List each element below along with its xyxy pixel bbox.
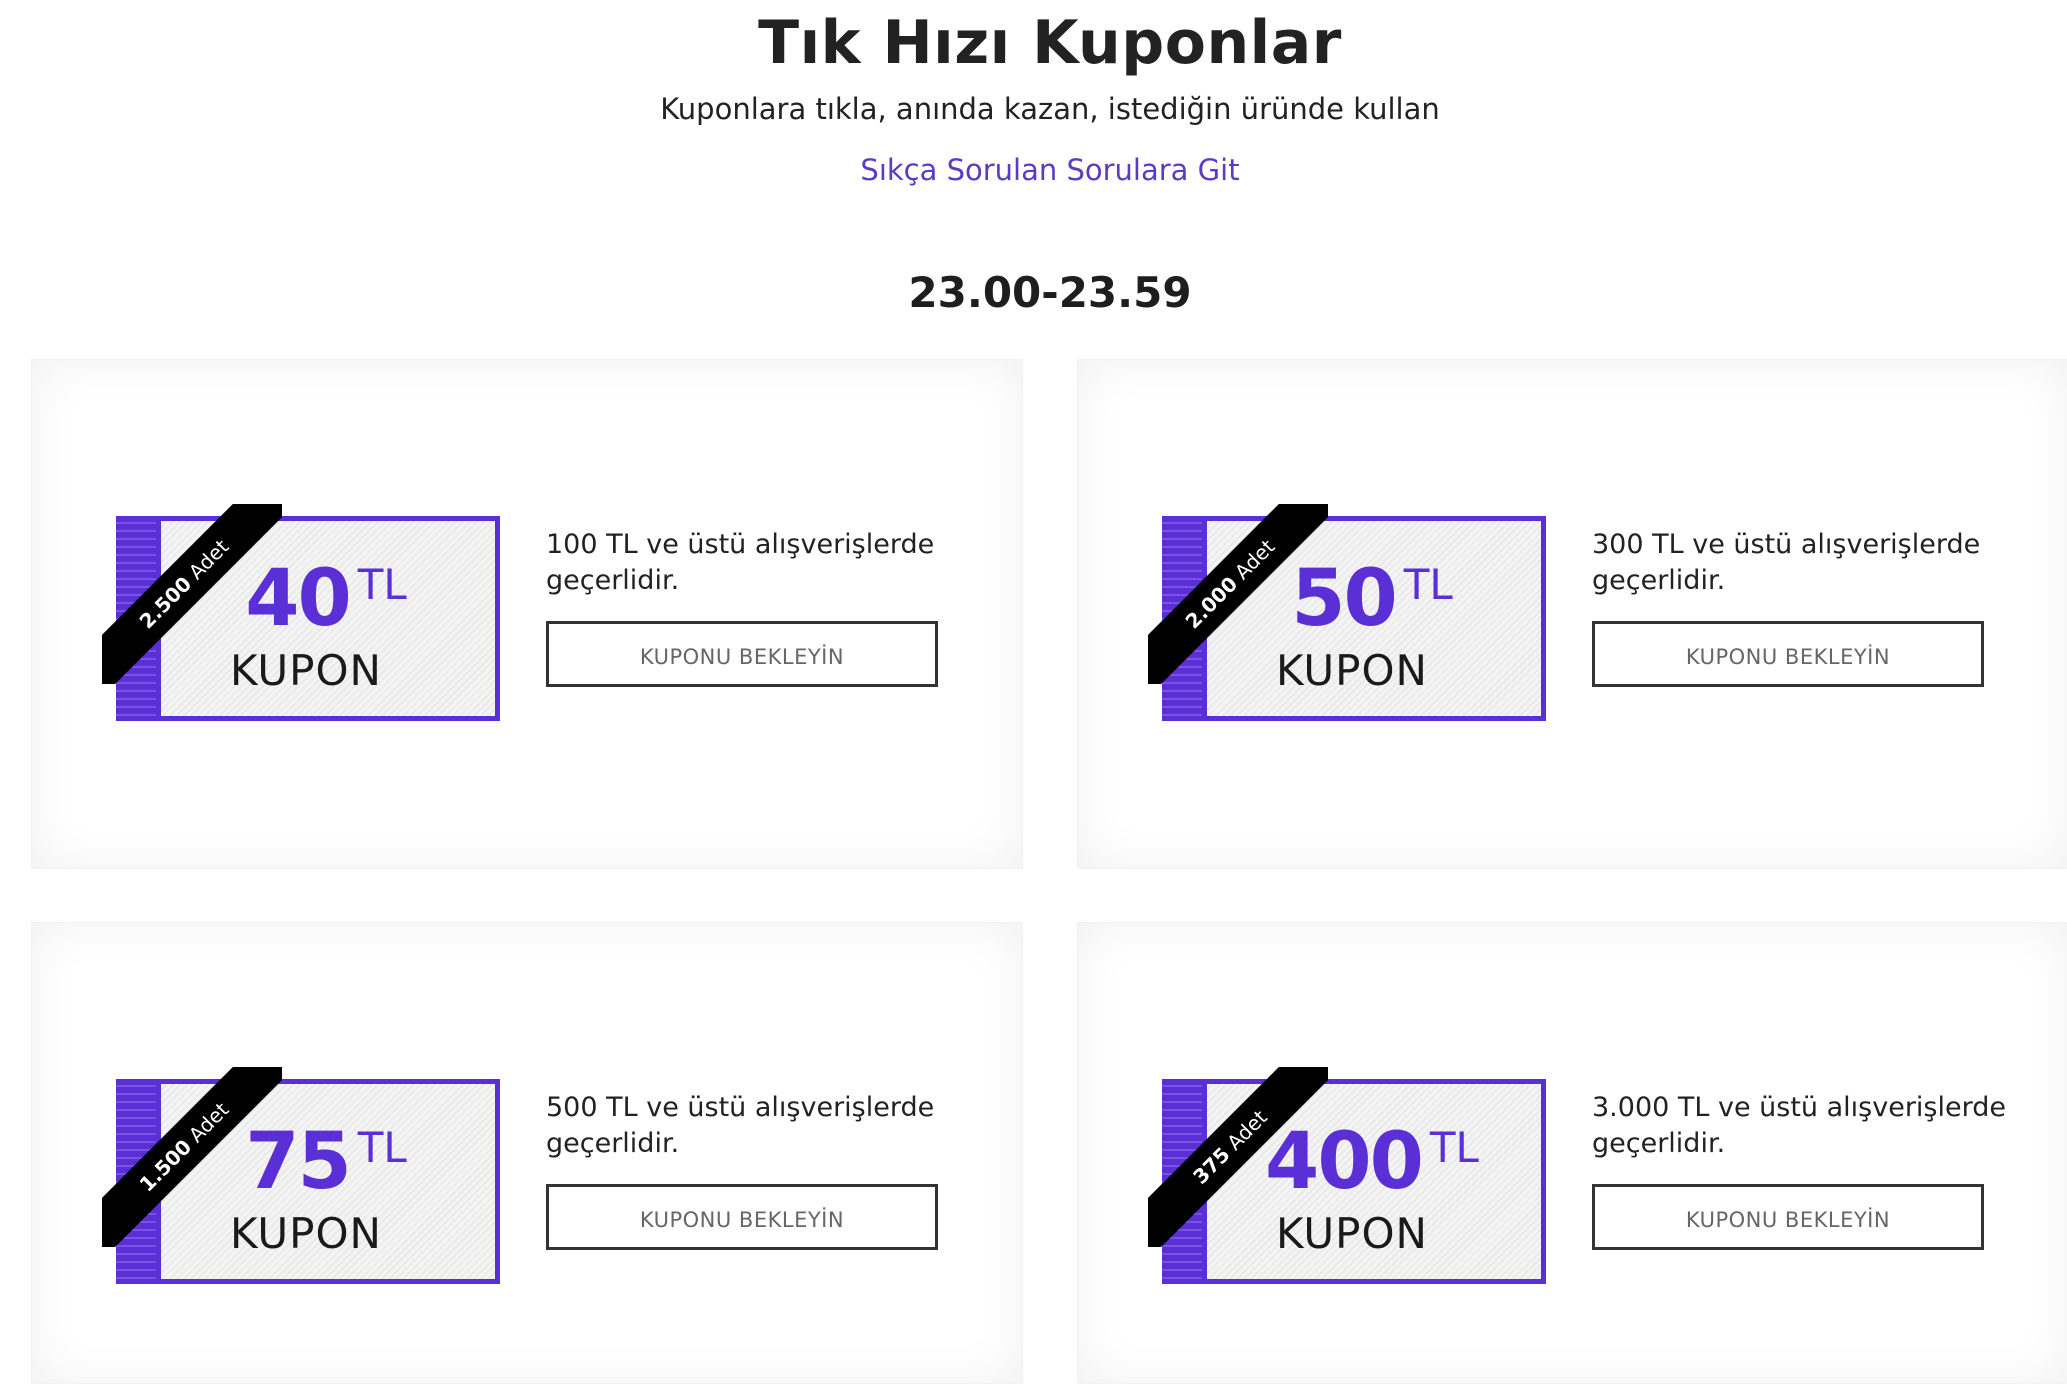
page-title: Tık Hızı Kuponlar [758,8,1342,78]
coupon-card: 75 TL KUPON 1.500 Adet 500 TL ve üstü alı… [31,922,1023,1384]
coupon-currency: TL [1403,560,1453,609]
quantity-ribbon: 2.500 Adet [102,504,282,684]
coupon-condition: 500 TL ve üstü alışverişlerde geçerlidir… [546,1092,935,1159]
coupon-condition: 100 TL ve üstü alışverişlerde geçerlidir… [546,529,935,596]
quantity-unit: Adet [183,1097,234,1148]
coupon-card: 40 TL KUPON 2.500 Adet 100 TL ve üstü alı… [31,359,1023,869]
page-subtitle: Kuponlara tıkla, anında kazan, istediğin… [660,92,1440,126]
coupon-condition: 3.000 TL ve üstü alışverişlerde geçerlid… [1592,1092,2006,1159]
quantity-unit: Adet [1229,534,1280,585]
wait-coupon-button[interactable]: KUPONU BEKLEYİN [1592,1184,1984,1250]
quantity-ribbon: 375 Adet [1148,1067,1328,1247]
coupon-condition: 300 TL ve üstü alışverişlerde geçerlidir… [1592,529,1981,596]
coupon-ticket: 40 TL KUPON 2.500 Adet [102,504,500,721]
wait-coupon-button[interactable]: KUPONU BEKLEYİN [546,1184,938,1250]
coupon-ticket: 75 TL KUPON 1.500 Adet [102,1067,500,1284]
quantity-ribbon: 1.500 Adet [102,1067,282,1247]
quantity-unit: Adet [1222,1105,1272,1155]
coupon-card: 50 TL KUPON 2.000 Adet 300 TL ve üstü alı… [1077,359,2067,869]
quantity-count: 2.500 [134,571,197,634]
faq-link[interactable]: Sıkça Sorulan Sorulara Git [0,153,2067,187]
coupon-currency: TL [357,560,407,609]
quantity-count: 1.500 [134,1134,197,1197]
coupon-ticket: 50 TL KUPON 2.000 Adet [1148,504,1546,721]
quantity-count: 2.000 [1180,571,1243,634]
wait-coupon-button[interactable]: KUPONU BEKLEYİN [546,621,938,687]
quantity-ribbon: 2.000 Adet [1148,504,1328,684]
quantity-count: 375 [1188,1142,1235,1189]
coupon-currency: TL [357,1123,407,1172]
coupon-card: 400 TL KUPON 375 Adet 3.000 TL ve üstü al… [1077,922,2067,1384]
time-slot-heading: 23.00-23.59 [908,268,1192,317]
coupon-currency: TL [1429,1123,1479,1172]
wait-coupon-button[interactable]: KUPONU BEKLEYİN [1592,621,1984,687]
coupon-ticket: 400 TL KUPON 375 Adet [1148,1067,1546,1284]
quantity-unit: Adet [183,534,234,585]
